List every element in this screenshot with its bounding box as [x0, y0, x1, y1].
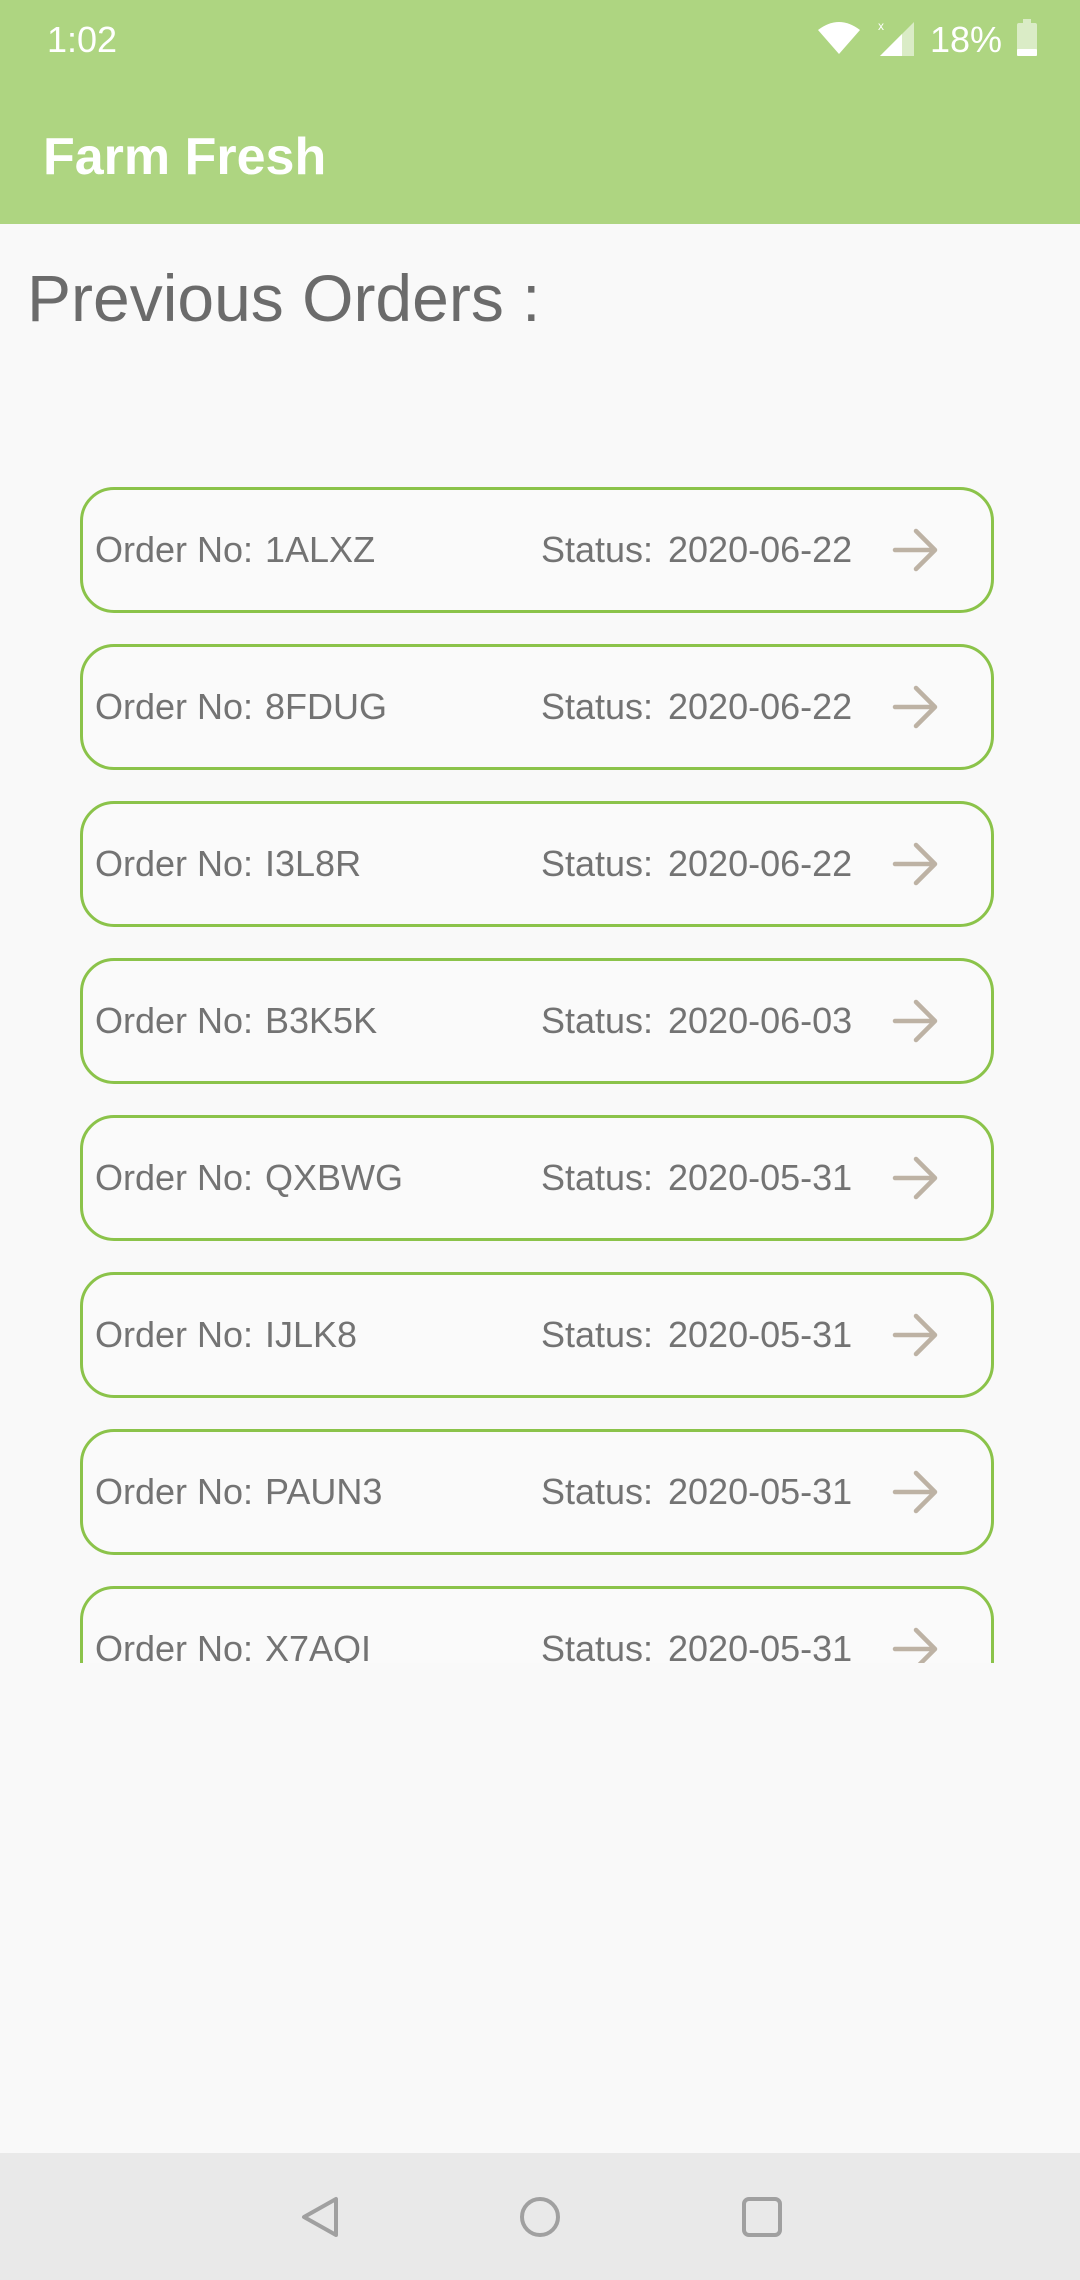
order-number-label: Order No:: [95, 843, 254, 884]
app-bar: Farm Fresh: [0, 80, 1080, 224]
status-date: 2020-06-22: [668, 529, 853, 570]
order-number: PAUN3: [265, 1471, 383, 1512]
order-number-label: Order No:: [95, 1471, 254, 1512]
battery-percentage: 18%: [929, 19, 1002, 60]
back-icon[interactable]: [288, 2185, 352, 2249]
order-card[interactable]: Order No: 8FDUG Status: 2020-06-22: [80, 644, 994, 770]
recents-icon[interactable]: [730, 2185, 794, 2249]
order-number: QXBWG: [265, 1157, 404, 1198]
order-card[interactable]: Order No: B3K5K Status: 2020-06-03: [80, 958, 994, 1084]
order-card[interactable]: Order No: IJLK8 Status: 2020-05-31: [80, 1272, 994, 1398]
order-number-label: Order No:: [95, 1157, 254, 1198]
order-number-label: Order No:: [95, 686, 254, 727]
status-label: Status:: [541, 1000, 654, 1041]
order-card[interactable]: Order No: QXBWG Status: 2020-05-31: [80, 1115, 994, 1241]
order-number: IJLK8: [265, 1314, 358, 1355]
status-date: 2020-06-22: [668, 686, 853, 727]
arrow-right-icon[interactable]: [886, 520, 946, 580]
order-card[interactable]: Order No: PAUN3 Status: 2020-05-31: [80, 1429, 994, 1555]
order-list[interactable]: Order No: 1ALXZ Status: 2020-06-22 Order…: [0, 480, 1080, 1663]
status-label: Status:: [541, 1628, 654, 1663]
home-icon[interactable]: [508, 2185, 572, 2249]
status-label: Status:: [541, 1314, 654, 1355]
status-date: 2020-06-03: [668, 1000, 853, 1041]
status-label: Status:: [541, 686, 654, 727]
svg-text:x: x: [878, 19, 884, 33]
arrow-right-icon[interactable]: [886, 1148, 946, 1208]
navigation-bar: [0, 2153, 1080, 2280]
order-number-label: Order No:: [95, 1314, 254, 1355]
wifi-icon: [816, 20, 862, 61]
app-screen: 1:02 x 18% Farm Fresh Previous Orders: …: [0, 0, 1080, 2280]
order-number: B3K5K: [265, 1000, 378, 1041]
order-number: 8FDUG: [265, 686, 388, 727]
status-bar: 1:02 x 18%: [0, 0, 1080, 80]
status-label: Status:: [541, 1471, 654, 1512]
order-number: 1ALXZ: [265, 529, 376, 570]
status-time: 1:02: [47, 19, 118, 60]
order-card[interactable]: Order No: I3L8R Status: 2020-06-22: [80, 801, 994, 927]
order-card[interactable]: Order No: 1ALXZ Status: 2020-06-22: [80, 487, 994, 613]
arrow-right-icon[interactable]: [886, 1305, 946, 1365]
status-date: 2020-05-31: [668, 1314, 853, 1355]
battery-icon: [1016, 18, 1038, 62]
page-title: Previous Orders :: [27, 261, 541, 335]
arrow-right-icon[interactable]: [886, 991, 946, 1051]
status-date: 2020-06-22: [668, 843, 853, 884]
signal-icon: x: [876, 18, 916, 63]
order-number-label: Order No:: [95, 1628, 254, 1663]
arrow-right-icon[interactable]: [886, 834, 946, 894]
status-icons: x 18%: [816, 18, 1038, 62]
order-number-label: Order No:: [95, 1000, 254, 1041]
status-date: 2020-05-31: [668, 1471, 853, 1512]
arrow-right-icon[interactable]: [886, 1619, 946, 1663]
status-label: Status:: [541, 529, 654, 570]
order-number: I3L8R: [265, 843, 362, 884]
status-label: Status:: [541, 843, 654, 884]
order-number: X7AQI: [265, 1628, 372, 1663]
status-date: 2020-05-31: [668, 1157, 853, 1198]
order-number-label: Order No:: [95, 529, 254, 570]
arrow-right-icon[interactable]: [886, 1462, 946, 1522]
status-label: Status:: [541, 1157, 654, 1198]
app-title: Farm Fresh: [43, 128, 327, 186]
status-date: 2020-05-31: [668, 1628, 853, 1663]
arrow-right-icon[interactable]: [886, 677, 946, 737]
order-card[interactable]: Order No: X7AQI Status: 2020-05-31: [80, 1586, 994, 1663]
